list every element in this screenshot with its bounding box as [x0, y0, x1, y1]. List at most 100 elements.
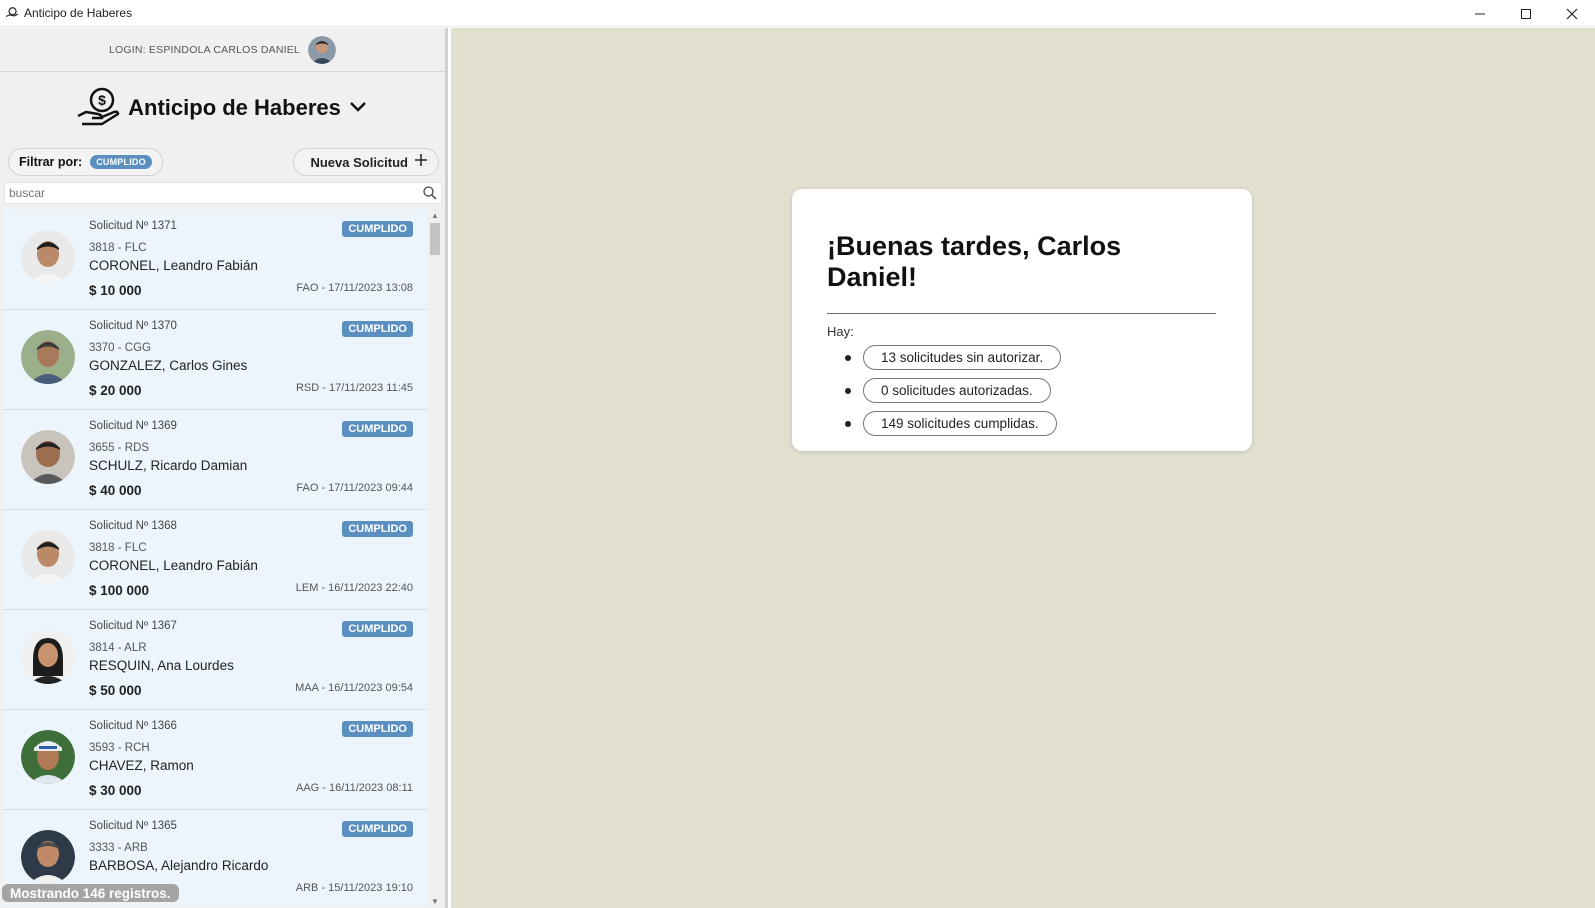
request-meta: MAA - 16/11/2023 09:54: [295, 682, 413, 694]
request-meta: RSD - 17/11/2023 11:45: [295, 382, 413, 394]
request-number: Solicitud Nº 1365: [89, 820, 177, 832]
title-bar: Anticipo de Haberes: [0, 0, 1595, 27]
employee-name: CORONEL, Leandro Fabián: [89, 558, 258, 573]
bullet-icon: [845, 387, 851, 394]
window-title: Anticipo de Haberes: [24, 6, 133, 20]
list-item[interactable]: Solicitud Nº 1368 CUMPLIDO 3818 - FLC CO…: [3, 510, 427, 610]
plus-icon: [414, 153, 428, 172]
status-badge: CUMPLIDO: [342, 321, 413, 337]
stat-item: 0 solicitudes autorizadas.: [845, 378, 1216, 403]
scroll-down-arrow-icon[interactable]: ▼: [430, 896, 440, 906]
filter-status-badge: CUMPLIDO: [90, 155, 152, 169]
request-number: Solicitud Nº 1371: [89, 220, 177, 232]
user-avatar[interactable]: [307, 35, 336, 64]
app-title: Anticipo de Haberes: [128, 95, 341, 120]
person-avatar: [21, 230, 75, 284]
minimize-icon[interactable]: [1457, 0, 1503, 27]
scroll-up-arrow-icon[interactable]: ▲: [430, 210, 440, 220]
employee-name: CHAVEZ, Ramon: [89, 758, 194, 773]
filter-bar: Filtrar por: CUMPLIDO Nueva Solicitud: [8, 148, 439, 178]
request-amount: $ 50 000: [89, 683, 142, 698]
list-scrollbar[interactable]: ▲ ▼: [428, 210, 442, 906]
employee-name: SCHULZ, Ricardo Damian: [89, 458, 248, 473]
request-number: Solicitud Nº 1366: [89, 720, 177, 732]
request-meta: FAO - 17/11/2023 09:44: [296, 482, 413, 494]
list-item[interactable]: Solicitud Nº 1371 CUMPLIDO 3818 - FLC CO…: [3, 210, 427, 310]
search-box: [4, 182, 442, 204]
person-avatar: [21, 330, 75, 384]
hay-label: Hay:: [827, 324, 854, 339]
record-count: Mostrando 146 registros.: [2, 884, 179, 902]
status-badge: CUMPLIDO: [342, 621, 413, 637]
sidebar: LOGIN: ESPINDOLA CARLOS DANIEL $ Anticip…: [0, 28, 448, 908]
greeting-title: ¡Buenas tardes, Carlos Daniel!: [827, 231, 1122, 292]
person-avatar: [21, 630, 75, 684]
employee-code: 3818 - FLC: [89, 542, 147, 554]
status-badge: CUMPLIDO: [342, 721, 413, 737]
person-avatar: [21, 530, 75, 584]
login-label: LOGIN: ESPINDOLA CARLOS DANIEL: [109, 43, 300, 56]
welcome-card: ¡Buenas tardes, Carlos Daniel! Hay: 13 s…: [792, 189, 1252, 451]
employee-name: GONZALEZ, Carlos Gines: [89, 358, 248, 373]
request-meta: LEM - 16/11/2023 22:40: [295, 582, 413, 594]
stat-unauthorized-button[interactable]: 13 solicitudes sin autorizar.: [863, 345, 1062, 370]
stat-authorized-button[interactable]: 0 solicitudes autorizadas.: [863, 378, 1051, 403]
person-avatar: [21, 430, 75, 484]
employee-code: 3370 - CGG: [89, 342, 151, 354]
request-meta: AAG - 16/11/2023 08:11: [295, 782, 413, 794]
stat-item: 13 solicitudes sin autorizar.: [845, 345, 1216, 370]
new-request-label: Nueva Solicitud: [310, 154, 408, 170]
request-amount: $ 30 000: [89, 783, 142, 798]
window-controls: [1457, 0, 1595, 27]
stat-completed-button[interactable]: 149 solicitudes cumplidas.: [863, 411, 1057, 436]
chevron-down-icon[interactable]: [347, 95, 369, 122]
money-hand-icon: $: [76, 86, 122, 131]
employee-code: 3333 - ARB: [89, 842, 148, 854]
request-list: Solicitud Nº 1371 CUMPLIDO 3818 - FLC CO…: [3, 210, 427, 906]
list-item[interactable]: Solicitud Nº 1370 CUMPLIDO 3370 - CGG GO…: [3, 310, 427, 410]
money-hand-icon: [4, 5, 20, 21]
request-amount: $ 100 000: [89, 583, 150, 598]
new-request-button[interactable]: Nueva Solicitud: [293, 148, 439, 176]
stats-list: 13 solicitudes sin autorizar. 0 solicitu…: [827, 345, 1216, 436]
scroll-thumb[interactable]: [430, 223, 440, 255]
request-meta: FAO - 17/11/2023 13:08: [296, 282, 413, 294]
status-badge: CUMPLIDO: [342, 421, 413, 437]
stat-item: 149 solicitudes cumplidas.: [845, 411, 1216, 436]
maximize-icon[interactable]: [1503, 0, 1549, 27]
status-badge: CUMPLIDO: [342, 521, 413, 537]
main-panel: ¡Buenas tardes, Carlos Daniel! Hay: 13 s…: [451, 28, 1595, 908]
employee-code: 3818 - FLC: [89, 242, 147, 254]
employee-name: BARBOSA, Alejandro Ricardo: [89, 858, 269, 873]
bullet-icon: [845, 420, 851, 427]
filter-label: Filtrar por:: [19, 155, 83, 169]
employee-name: CORONEL, Leandro Fabián: [89, 258, 258, 273]
request-number: Solicitud Nº 1368: [89, 520, 177, 532]
close-icon[interactable]: [1549, 0, 1595, 27]
person-avatar: [21, 730, 75, 784]
employee-code: 3655 - RDS: [89, 442, 150, 454]
list-item[interactable]: Solicitud Nº 1366 CUMPLIDO 3593 - RCH CH…: [3, 710, 427, 810]
status-badge: CUMPLIDO: [342, 821, 413, 837]
filter-chip[interactable]: Filtrar por: CUMPLIDO: [8, 148, 163, 176]
request-number: Solicitud Nº 1369: [89, 420, 177, 432]
employee-code: 3814 - ALR: [89, 642, 147, 654]
search-icon[interactable]: [419, 186, 441, 200]
list-item[interactable]: Solicitud Nº 1367 CUMPLIDO 3814 - ALR RE…: [3, 610, 427, 710]
app-header[interactable]: $ Anticipo de Haberes: [0, 72, 445, 144]
employee-name: RESQUIN, Ana Lourdes: [89, 658, 234, 673]
request-number: Solicitud Nº 1367: [89, 620, 177, 632]
employee-code: 3593 - RCH: [89, 742, 150, 754]
request-amount: $ 40 000: [89, 483, 142, 498]
login-row: LOGIN: ESPINDOLA CARLOS DANIEL: [0, 28, 445, 72]
status-badge: CUMPLIDO: [342, 221, 413, 237]
svg-text:$: $: [98, 92, 106, 108]
request-amount: $ 20 000: [89, 383, 142, 398]
person-avatar: [21, 830, 75, 884]
request-meta: ARB - 15/11/2023 19:10: [295, 882, 413, 894]
request-number: Solicitud Nº 1370: [89, 320, 177, 332]
request-amount: $ 10 000: [89, 283, 142, 298]
list-item[interactable]: Solicitud Nº 1369 CUMPLIDO 3655 - RDS SC…: [3, 410, 427, 510]
bullet-icon: [845, 354, 851, 361]
search-input[interactable]: [5, 186, 419, 200]
